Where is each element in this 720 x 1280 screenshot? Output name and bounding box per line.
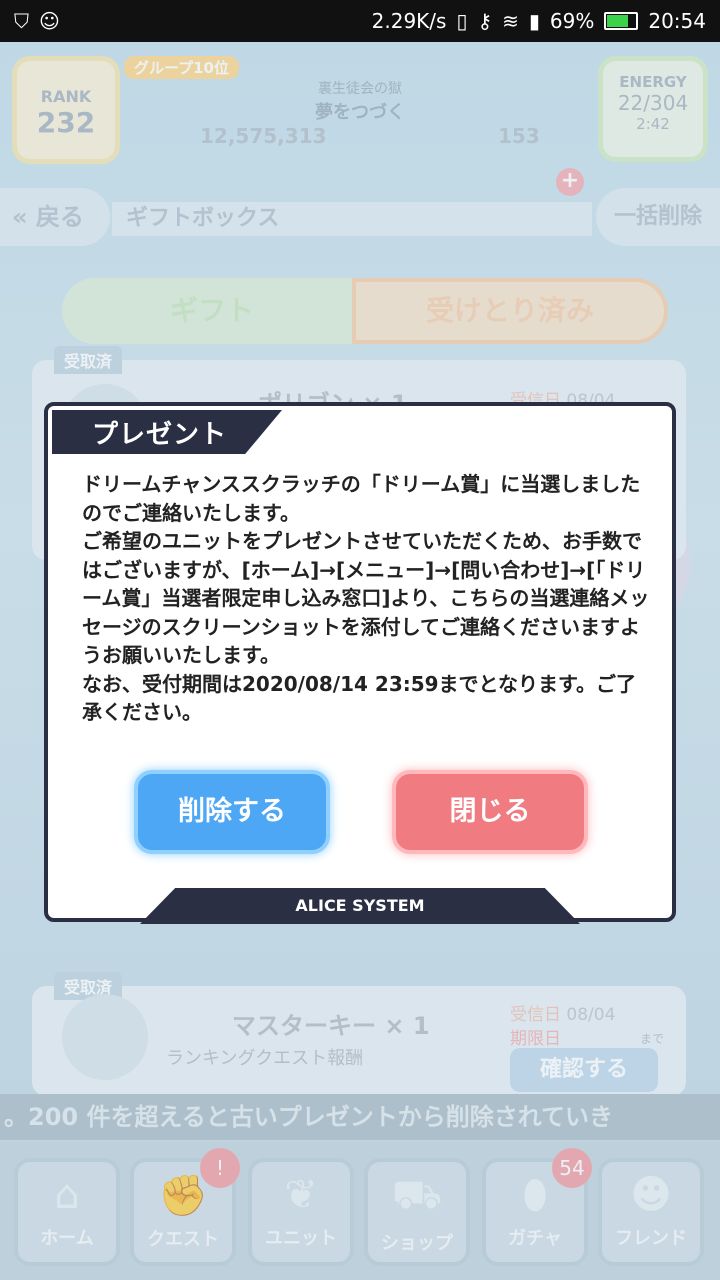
dialog-title-bar: プレゼント — [52, 410, 282, 454]
wifi-icon: ≋ — [502, 9, 519, 33]
status-bar-right: 2.29K/s ▯ ⚷ ≋ ▮ 69% 20:54 — [372, 9, 706, 33]
message-icon: ☺ — [39, 9, 60, 33]
shield-icon: ⛉ — [14, 9, 29, 33]
battery-percent: 69% — [549, 9, 595, 33]
close-button[interactable]: 閉じる — [392, 770, 588, 854]
clock: 20:54 — [648, 9, 706, 33]
present-dialog: プレゼント ドリームチャンススクラッチの「ドリーム賞」に当選しましたのでご連絡い… — [44, 402, 676, 924]
dialog-message: ドリームチャンススクラッチの「ドリーム賞」に当選しましたのでご連絡いたします。 … — [82, 472, 650, 724]
status-bar: ⛉ ☺ 2.29K/s ▯ ⚷ ≋ ▮ 69% 20:54 — [0, 0, 720, 42]
battery-icon — [604, 12, 639, 30]
key-icon: ⚷ — [477, 9, 493, 33]
signal-icon: ▮ — [528, 9, 540, 33]
vibrate-icon: ▯ — [456, 9, 468, 33]
dialog-footer: ALICE SYSTEM — [140, 888, 580, 924]
status-bar-left: ⛉ ☺ — [14, 9, 60, 33]
delete-button[interactable]: 削除する — [134, 770, 330, 854]
dialog-title: プレゼント — [92, 420, 228, 450]
net-speed: 2.29K/s — [371, 9, 447, 33]
game-screen: RANK 232 グループ10位 裏生徒会の獄 夢をつづく 12,575,313… — [0, 42, 720, 1280]
